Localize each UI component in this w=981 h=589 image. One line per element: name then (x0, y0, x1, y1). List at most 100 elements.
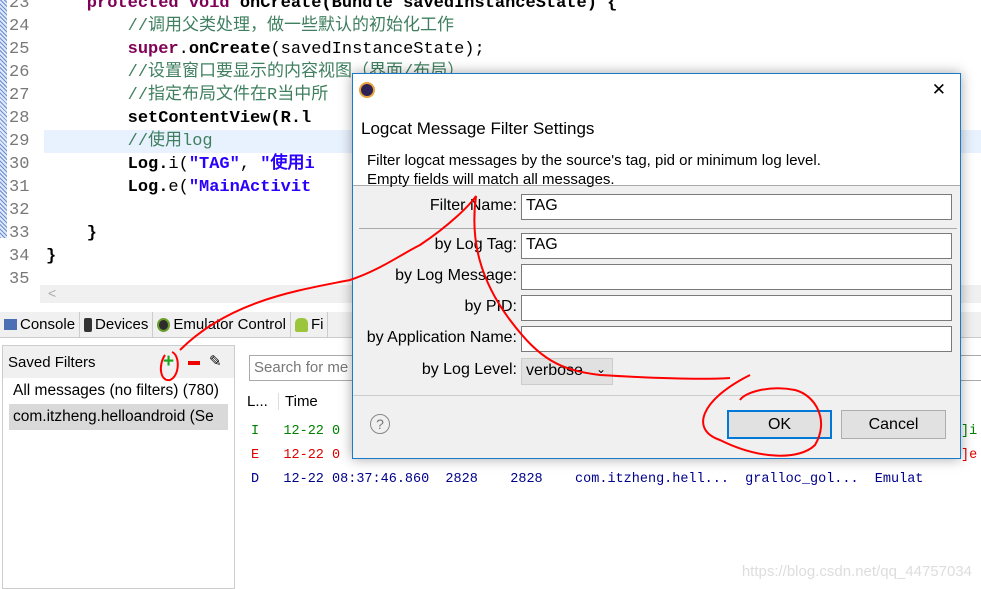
code-token: setContentView(R.l (46, 109, 312, 128)
code-token: "TAG" (188, 155, 240, 174)
code-token: protected (46, 0, 189, 13)
col-level[interactable]: L... (247, 393, 279, 410)
line-number: 32 (9, 201, 30, 220)
code-token: //指定布局文件在R当中所 (46, 86, 329, 105)
device-icon (84, 317, 93, 332)
code-line[interactable]: 23 protected void onCreate(Bundle savedI… (0, 0, 981, 15)
help-icon[interactable]: ? (370, 414, 390, 434)
log-level-label: by Log Level: (421, 361, 517, 378)
code-token: ); (464, 40, 485, 59)
ok-button[interactable]: OK (727, 410, 832, 439)
eclipse-icon (359, 82, 375, 98)
code-text: protected void onCreate(Bundle savedInst… (46, 0, 618, 15)
log-row[interactable]: D 12-22 08:37:46.860 2828 2828 com.itzhe… (251, 472, 923, 487)
tab-file-explorer[interactable]: Fi (291, 312, 329, 337)
filter-settings-dialog: ✕ Logcat Message Filter Settings Filter … (352, 73, 961, 459)
filter-item-app[interactable]: com.itzheng.helloandroid (Se (9, 404, 228, 430)
line-number: 24 (9, 17, 30, 36)
field-label: by PID: (464, 298, 517, 315)
code-text: //使用log (46, 130, 213, 153)
log-row[interactable]: I 12-22 0 (251, 424, 340, 439)
close-button[interactable]: ✕ (932, 80, 946, 100)
scroll-left-arrow[interactable]: < (48, 285, 56, 301)
code-token: //使用log (46, 132, 213, 151)
filter-field-input[interactable]: TAG (521, 233, 952, 259)
code-text: Log.e("MainActivit (46, 176, 312, 199)
code-text: } (46, 222, 97, 245)
line-number: 26 (9, 63, 30, 82)
dialog-description-2: Empty fields will match all messages. (367, 171, 615, 188)
code-token: Log. (46, 178, 169, 197)
code-token: void (188, 0, 240, 13)
chevron-down-icon: ⌄ (595, 362, 606, 376)
android-icon (294, 317, 308, 332)
line-number: 30 (9, 155, 30, 174)
log-row[interactable]: E 12-22 0 (251, 448, 340, 463)
tab-label: Emulator Control (173, 316, 286, 333)
code-token: super (46, 40, 179, 59)
field-label: by Application Name: (366, 329, 517, 346)
code-text: Log.i("TAG", "使用i (46, 153, 315, 176)
code-text: //调用父类处理，做一些默认的初始化工作 (46, 15, 454, 38)
cancel-button[interactable]: Cancel (841, 410, 946, 439)
code-text: setContentView(R.l (46, 107, 312, 130)
line-number: 23 (9, 0, 30, 13)
console-icon (4, 319, 17, 330)
saved-filters-title: Saved Filters (8, 354, 96, 371)
code-token: Log. (46, 155, 169, 174)
log-level-value: verbose (526, 362, 583, 379)
log-row-tail: ]i (961, 424, 978, 439)
field-label: by Log Message: (395, 267, 517, 284)
tab-label: Devices (95, 316, 149, 333)
filter-field-input[interactable] (521, 295, 952, 321)
edit-filter-icon[interactable]: ✎ (209, 352, 222, 370)
watermark: https://blog.csdn.net/qq_44757034 (741, 563, 972, 580)
line-number: 33 (9, 224, 30, 243)
log-level-select[interactable]: verbose ⌄ (521, 358, 613, 385)
field-label: Filter Name: (429, 197, 517, 214)
code-token: //调用父类处理，做一些默认的初始化工作 (46, 17, 455, 36)
tab-devices[interactable]: Devices (80, 312, 154, 337)
code-line[interactable]: 25 super.onCreate(savedInstanceState); (0, 38, 981, 61)
code-token: "MainActivit (188, 178, 312, 197)
dialog-title: Logcat Message Filter Settings (361, 119, 595, 138)
line-number: 31 (9, 178, 30, 197)
tab-emulator-control[interactable]: Emulator Control (153, 312, 291, 337)
filter-field-input[interactable]: TAG (521, 194, 952, 220)
code-line[interactable]: 24 //调用父类处理，做一些默认的初始化工作 (0, 15, 981, 38)
code-token: ( (270, 40, 281, 59)
line-number: 28 (9, 109, 30, 128)
line-number: 34 (9, 247, 30, 266)
filter-item-all[interactable]: All messages (no filters) (780) (3, 378, 234, 404)
filter-field-input[interactable] (521, 264, 952, 290)
remove-filter-icon[interactable] (188, 361, 200, 365)
code-token: } (46, 247, 57, 266)
tab-label: Console (20, 316, 76, 333)
code-token: "使用i (260, 155, 315, 174)
line-number: 29 (9, 132, 30, 151)
log-row-tail: ]e (961, 448, 978, 463)
dialog-description: Filter logcat messages by the source's t… (367, 152, 821, 169)
code-token: savedInstanceState (280, 40, 465, 59)
code-text: //指定布局文件在R当中所 (46, 84, 329, 107)
code-token: , (239, 155, 261, 174)
add-filter-icon[interactable]: + (163, 351, 174, 373)
emulator-icon (157, 317, 171, 332)
field-label: by Log Tag: (434, 236, 517, 253)
tab-console[interactable]: Console (0, 312, 81, 337)
code-token: onCreate(Bundle savedInstanceState) { (239, 0, 618, 13)
col-time[interactable]: Time (279, 393, 318, 410)
code-token: e( (168, 178, 189, 197)
code-token: } (46, 224, 98, 243)
separator (359, 228, 957, 229)
line-number: 35 (9, 270, 30, 289)
line-number: 27 (9, 86, 30, 105)
saved-filters-panel: Saved Filters + ✎ All messages (no filte… (2, 345, 235, 589)
code-token: i( (168, 155, 189, 174)
code-text: super.onCreate(savedInstanceState); (46, 38, 485, 61)
code-token: onCreate (188, 40, 271, 59)
line-number: 25 (9, 40, 30, 59)
code-token: . (178, 40, 189, 59)
filter-field-input[interactable] (521, 326, 952, 352)
tab-label: Fi (310, 316, 324, 333)
